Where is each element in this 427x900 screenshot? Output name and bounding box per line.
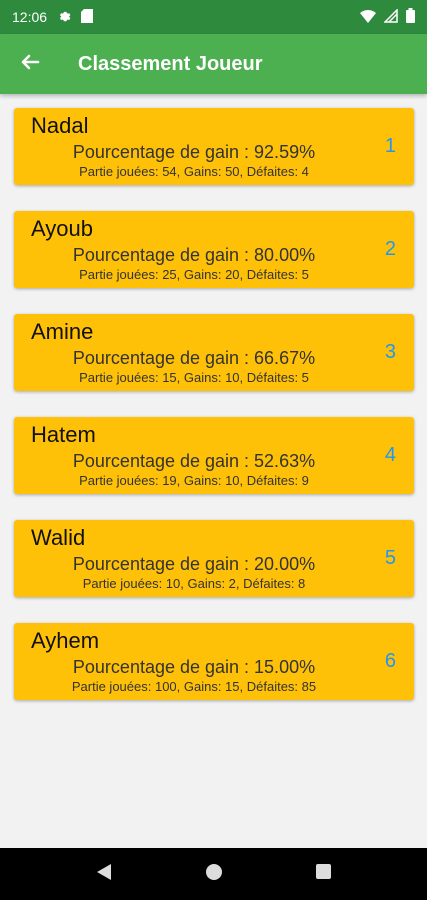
status-bar: 12:06 bbox=[0, 0, 427, 34]
wifi-icon bbox=[360, 9, 376, 26]
home-circle-icon bbox=[205, 863, 222, 885]
player-card[interactable]: Walid Pourcentage de gain : 20.00% Parti… bbox=[14, 520, 414, 597]
app-bar: Classement Joueur bbox=[0, 34, 427, 94]
player-rank: 2 bbox=[384, 238, 396, 260]
page-title: Classement Joueur bbox=[78, 52, 263, 75]
player-stats: Partie jouées: 10, Gains: 2, Défaites: 8 bbox=[82, 576, 306, 591]
player-stats: Partie jouées: 25, Gains: 20, Défaites: … bbox=[79, 267, 309, 282]
settings-icon bbox=[57, 9, 71, 26]
player-name: Nadal bbox=[31, 113, 89, 138]
signal-icon bbox=[383, 7, 398, 26]
player-card[interactable]: Nadal Pourcentage de gain : 92.59% Parti… bbox=[14, 108, 414, 185]
nav-recents-button[interactable] bbox=[309, 859, 339, 889]
player-rank: 1 bbox=[384, 135, 396, 157]
back-button[interactable] bbox=[0, 34, 60, 94]
status-time: 12:06 bbox=[12, 9, 48, 25]
player-name: Walid bbox=[31, 525, 86, 550]
player-name: Amine bbox=[31, 319, 94, 344]
back-triangle-icon bbox=[96, 863, 111, 885]
player-name: Ayhem bbox=[31, 628, 100, 653]
player-win-percentage: Pourcentage de gain : 52.63% bbox=[72, 451, 316, 471]
player-rank: 3 bbox=[384, 341, 396, 363]
recents-square-icon bbox=[316, 864, 331, 884]
nav-back-button[interactable] bbox=[89, 859, 119, 889]
player-rank: 5 bbox=[384, 547, 396, 569]
system-navigation-bar bbox=[0, 848, 427, 900]
player-win-percentage: Pourcentage de gain : 80.00% bbox=[72, 245, 316, 265]
nav-home-button[interactable] bbox=[199, 859, 229, 889]
arrow-left-icon bbox=[20, 52, 40, 77]
player-stats: Partie jouées: 19, Gains: 10, Défaites: … bbox=[79, 473, 309, 488]
player-win-percentage: Pourcentage de gain : 92.59% bbox=[72, 142, 316, 162]
player-name: Ayoub bbox=[31, 216, 93, 241]
player-card[interactable]: Ayoub Pourcentage de gain : 80.00% Parti… bbox=[14, 211, 414, 288]
player-card[interactable]: Amine Pourcentage de gain : 66.67% Parti… bbox=[14, 314, 414, 391]
player-stats: Partie jouées: 15, Gains: 10, Défaites: … bbox=[79, 370, 309, 385]
player-card[interactable]: Hatem Pourcentage de gain : 52.63% Parti… bbox=[14, 417, 414, 494]
player-rank: 4 bbox=[384, 444, 396, 466]
player-stats: Partie jouées: 54, Gains: 50, Défaites: … bbox=[79, 164, 309, 179]
player-win-percentage: Pourcentage de gain : 20.00% bbox=[72, 554, 316, 574]
player-rank: 6 bbox=[384, 650, 396, 672]
sim-card-icon bbox=[81, 8, 94, 26]
battery-icon bbox=[406, 8, 415, 26]
player-name: Hatem bbox=[31, 422, 96, 447]
player-card[interactable]: Ayhem Pourcentage de gain : 15.00% Parti… bbox=[14, 623, 414, 700]
player-stats: Partie jouées: 100, Gains: 15, Défaites:… bbox=[71, 679, 317, 694]
player-win-percentage: Pourcentage de gain : 15.00% bbox=[72, 657, 316, 677]
player-win-percentage: Pourcentage de gain : 66.67% bbox=[72, 348, 316, 368]
player-ranking-list: Nadal Pourcentage de gain : 92.59% Parti… bbox=[0, 94, 427, 726]
